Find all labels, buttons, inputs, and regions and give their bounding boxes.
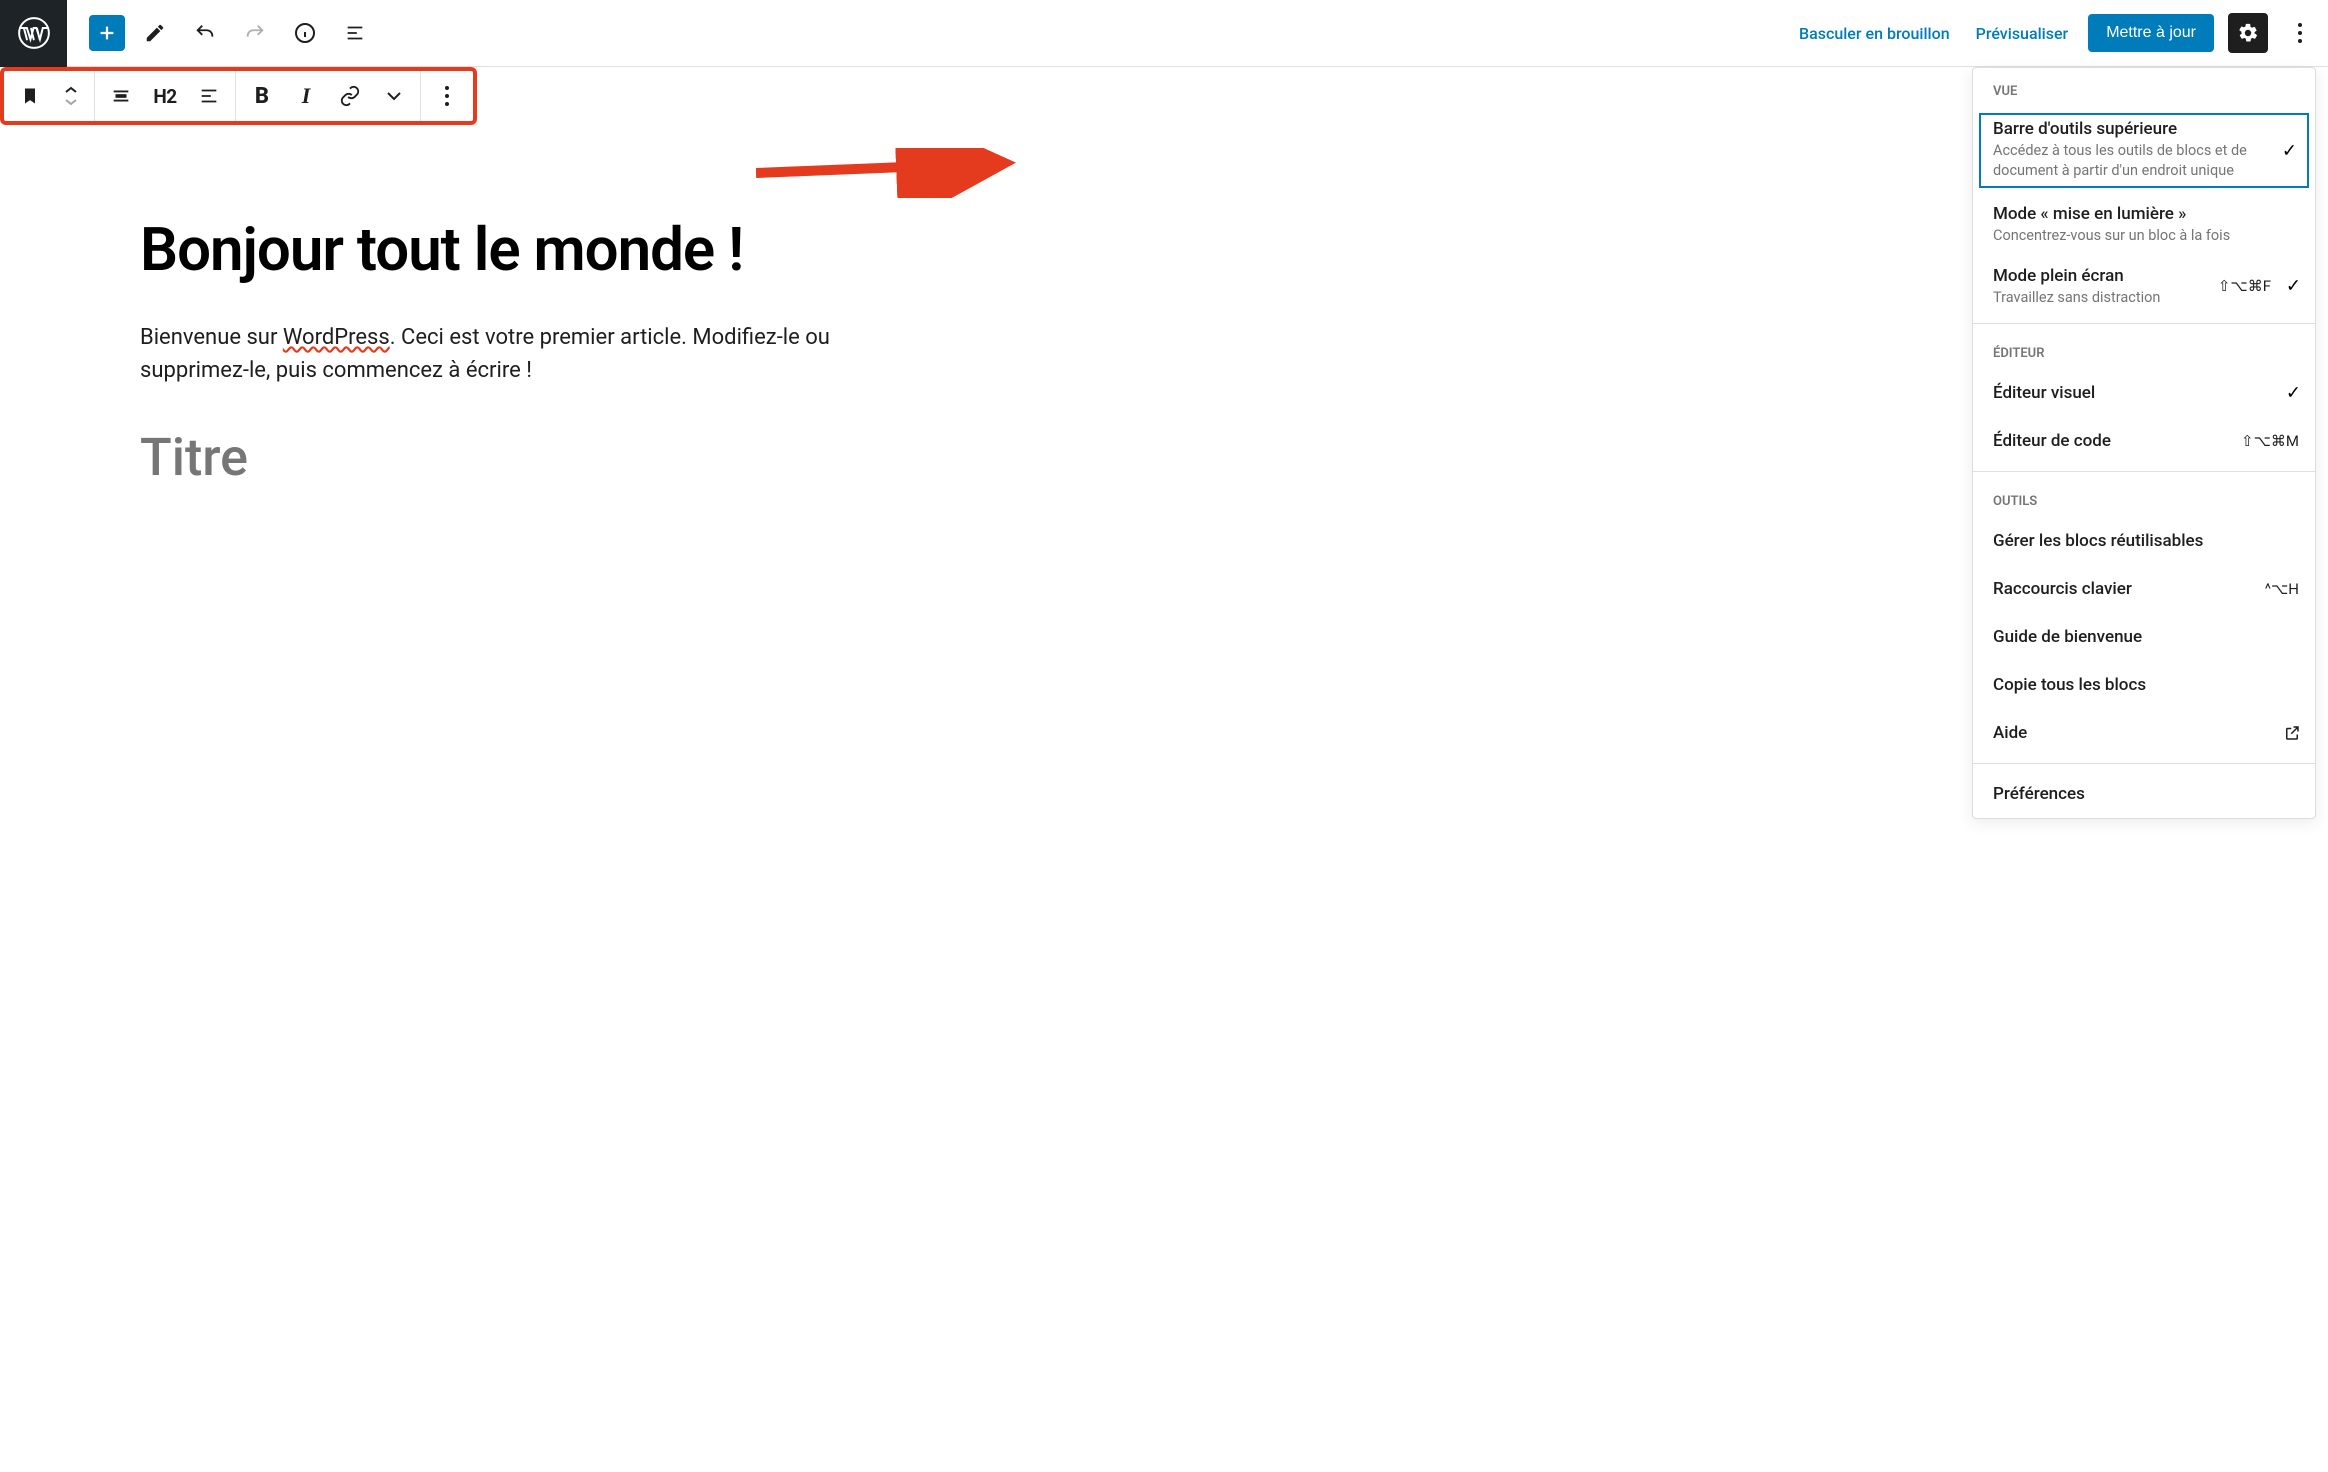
info-button[interactable]: [285, 13, 325, 53]
menu-item-shortcuts[interactable]: Raccourcis clavier ^⌥H: [1973, 565, 2315, 613]
update-button[interactable]: Mettre à jour: [2088, 14, 2214, 52]
text-align-button[interactable]: [187, 72, 231, 120]
menu-divider: [1973, 763, 2315, 764]
check-icon: ✓: [2286, 383, 2301, 404]
check-icon: ✓: [2282, 140, 2297, 161]
heading-block-placeholder[interactable]: Titre: [140, 427, 920, 488]
pencil-icon: [144, 22, 166, 44]
menu-shortcut: ⇧⌥⌘F: [2218, 277, 2271, 295]
post-paragraph[interactable]: Bienvenue sur WordPress. Ceci est votre …: [140, 321, 920, 387]
menu-section-tools: OUTILS: [1973, 478, 2315, 517]
italic-button[interactable]: I: [284, 72, 328, 120]
paragraph-text: Bienvenue sur: [140, 325, 283, 350]
post-title[interactable]: Bonjour tout le monde !: [140, 217, 920, 283]
wordpress-logo-button[interactable]: [0, 0, 67, 67]
menu-item-spotlight[interactable]: Mode « mise en lumière » Concentrez-vous…: [1973, 194, 2315, 256]
menu-item-reusable-blocks[interactable]: Gérer les blocs réutilisables: [1973, 517, 2315, 565]
menu-divider: [1973, 323, 2315, 324]
menu-shortcut: ⇧⌥⌘M: [2241, 432, 2299, 450]
external-link-icon: [2283, 724, 2301, 742]
menu-item-fullscreen[interactable]: Mode plein écran Travaillez sans distrac…: [1973, 256, 2315, 318]
block-movers: [52, 72, 90, 120]
block-options-button[interactable]: [425, 72, 469, 120]
menu-item-title: Raccourcis clavier: [1993, 579, 2271, 599]
align-width-icon: [110, 85, 132, 107]
block-toolbar: H2 B I: [0, 67, 477, 125]
editor-header: Basculer en brouillon Prévisualiser Mett…: [0, 0, 2328, 67]
plus-icon: [96, 22, 118, 44]
menu-item-desc: Concentrez-vous sur un bloc à la fois: [1993, 226, 2271, 246]
menu-item-code-editor[interactable]: Éditeur de code ⇧⌥⌘M: [1973, 417, 2315, 465]
header-right-tools: Basculer en brouillon Prévisualiser Mett…: [1793, 9, 2328, 57]
more-vertical-icon: [2297, 22, 2303, 44]
menu-item-title: Copie tous les blocs: [1993, 675, 2271, 695]
undo-icon: [194, 22, 216, 44]
menu-item-desc: Accédez à tous les outils de blocs et de…: [1993, 141, 2271, 180]
spellcheck-word: WordPress: [283, 325, 390, 350]
more-menu-button[interactable]: [2282, 9, 2318, 57]
heading-level-button[interactable]: H2: [143, 72, 187, 120]
link-icon: [339, 85, 361, 107]
add-block-button[interactable]: [89, 15, 125, 51]
menu-item-title: Gérer les blocs réutilisables: [1993, 531, 2271, 551]
menu-item-title: Éditeur visuel: [1993, 383, 2271, 403]
menu-item-title: Guide de bienvenue: [1993, 627, 2271, 647]
edit-tool-button[interactable]: [135, 13, 175, 53]
menu-item-title: Aide: [1993, 723, 2271, 743]
list-icon: [344, 22, 366, 44]
options-dropdown: VUE Barre d'outils supérieure Accédez à …: [1972, 67, 2316, 819]
menu-item-title: Barre d'outils supérieure: [1993, 119, 2271, 139]
menu-item-title: Éditeur de code: [1993, 431, 2271, 451]
menu-item-title: Mode « mise en lumière »: [1993, 204, 2271, 224]
menu-item-title: Préférences: [1993, 784, 2271, 804]
chevron-down-icon[interactable]: [64, 97, 78, 107]
more-formatting-button[interactable]: [372, 72, 416, 120]
menu-item-visual-editor[interactable]: Éditeur visuel ✓: [1973, 369, 2315, 417]
outline-button[interactable]: [335, 13, 375, 53]
annotation-arrow-icon: [756, 148, 1026, 198]
menu-item-preferences[interactable]: Préférences: [1973, 770, 2315, 818]
undo-button[interactable]: [185, 13, 225, 53]
align-button[interactable]: [99, 72, 143, 120]
check-icon: ✓: [2286, 276, 2301, 297]
menu-item-help[interactable]: Aide: [1973, 709, 2315, 757]
menu-item-welcome-guide[interactable]: Guide de bienvenue: [1973, 613, 2315, 661]
menu-item-top-toolbar[interactable]: Barre d'outils supérieure Accédez à tous…: [1977, 111, 2311, 190]
block-type-button[interactable]: [8, 72, 52, 120]
chevron-down-icon: [386, 90, 402, 102]
gear-icon: [2237, 22, 2259, 44]
chevron-up-icon[interactable]: [64, 85, 78, 95]
bold-button[interactable]: B: [240, 72, 284, 120]
link-button[interactable]: [328, 72, 372, 120]
redo-button[interactable]: [235, 13, 275, 53]
menu-item-copy-all[interactable]: Copie tous les blocs: [1973, 661, 2315, 709]
align-left-icon: [198, 85, 220, 107]
switch-draft-link[interactable]: Basculer en brouillon: [1793, 16, 1956, 51]
bookmark-icon: [20, 85, 40, 107]
menu-shortcut: ^⌥H: [2265, 580, 2299, 598]
redo-icon: [244, 22, 266, 44]
wordpress-icon: [17, 16, 51, 50]
editor-canvas: Bonjour tout le monde ! Bienvenue sur Wo…: [0, 67, 1060, 488]
more-vertical-icon: [444, 85, 450, 107]
settings-button[interactable]: [2228, 13, 2268, 53]
preview-link[interactable]: Prévisualiser: [1970, 16, 2075, 51]
menu-section-view: VUE: [1973, 68, 2315, 107]
header-left-tools: [67, 13, 375, 53]
menu-section-editor: ÉDITEUR: [1973, 330, 2315, 369]
info-icon: [293, 21, 317, 45]
menu-divider: [1973, 471, 2315, 472]
